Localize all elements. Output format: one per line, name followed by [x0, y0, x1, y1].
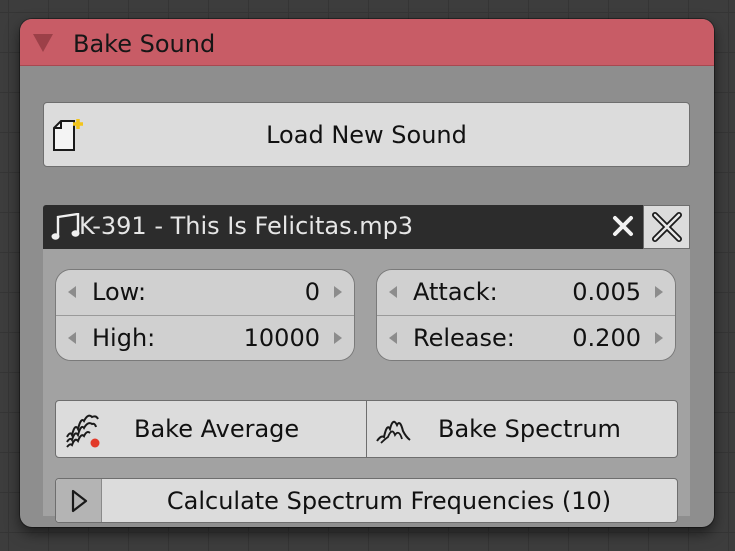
attack-value: 0.005: [572, 278, 641, 306]
unlink-x-icon: [651, 212, 682, 242]
calculate-label: Calculate Spectrum Frequencies (10): [166, 486, 612, 515]
high-value: 10000: [243, 324, 320, 352]
release-value: 0.200: [572, 324, 641, 352]
music-note-icon: [51, 212, 81, 245]
load-new-sound-label: Load New Sound: [266, 120, 467, 149]
decrement-arrow-icon[interactable]: [389, 332, 397, 344]
collapse-triangle-icon[interactable]: [33, 34, 53, 52]
clear-sound-button[interactable]: [608, 211, 638, 241]
envelope-group: Attack: 0.005 Release: 0.200: [376, 269, 676, 361]
increment-arrow-icon[interactable]: [334, 286, 342, 298]
attack-field[interactable]: Attack: 0.005: [377, 270, 675, 316]
low-value: 0: [304, 278, 320, 306]
frequency-range-group: Low: 0 High: 10000: [55, 269, 355, 361]
bake-average-label: Bake Average: [134, 415, 300, 443]
bake-spectrum-button[interactable]: Bake Spectrum: [366, 400, 678, 458]
bake-sound-node: Bake Sound Load New Sound K-391 - This I…: [20, 19, 714, 527]
sound-settings-panel: Low: 0 High: 10000 Attack: 0.005 Release…: [43, 249, 690, 523]
load-new-sound-button[interactable]: Load New Sound: [43, 102, 690, 167]
decrement-arrow-icon[interactable]: [68, 332, 76, 344]
increment-arrow-icon[interactable]: [334, 332, 342, 344]
release-field[interactable]: Release: 0.200: [377, 316, 675, 360]
play-triangle-icon: [71, 489, 87, 512]
sound-selector[interactable]: K-391 - This Is Felicitas.mp3: [43, 205, 690, 249]
increment-arrow-icon[interactable]: [655, 286, 663, 298]
decrement-arrow-icon[interactable]: [389, 286, 397, 298]
bake-spectrum-label: Bake Spectrum: [438, 415, 621, 443]
release-label: Release:: [413, 324, 515, 352]
unlink-sound-button[interactable]: [643, 205, 690, 249]
node-title: Bake Sound: [73, 30, 216, 58]
spectrum-icon: [375, 415, 413, 451]
high-label: High:: [92, 324, 156, 352]
high-frequency-field[interactable]: High: 10000: [56, 316, 354, 360]
waveform-bake-icon: [64, 411, 104, 455]
low-frequency-field[interactable]: Low: 0: [56, 270, 354, 316]
expand-toggle[interactable]: [56, 479, 102, 522]
decrement-arrow-icon[interactable]: [68, 286, 76, 298]
bake-average-button[interactable]: Bake Average: [55, 400, 367, 458]
low-label: Low:: [92, 278, 147, 306]
bake-buttons-row: Bake Average Bake Spectrum: [55, 400, 678, 458]
close-icon: [613, 216, 633, 236]
calculate-spectrum-frequencies-button[interactable]: Calculate Spectrum Frequencies (10): [55, 478, 678, 523]
sound-name[interactable]: K-391 - This Is Felicitas.mp3: [79, 211, 413, 241]
node-header[interactable]: Bake Sound: [20, 19, 714, 66]
increment-arrow-icon[interactable]: [655, 332, 663, 344]
attack-label: Attack:: [413, 278, 498, 306]
